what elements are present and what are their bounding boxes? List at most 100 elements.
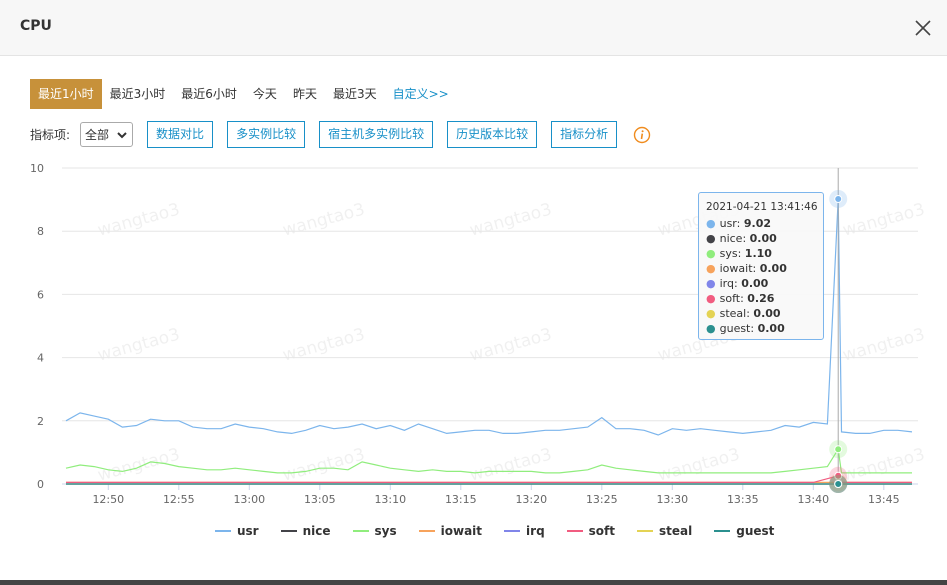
tooltip-time: 2021-04-21 13:41:46	[706, 201, 818, 213]
legend-item-iowait[interactable]: iowait	[418, 524, 483, 538]
tooltip-series-name: guest	[719, 322, 751, 335]
x-tick-label: 13:05	[304, 493, 336, 506]
watermark-text: wangtao3	[655, 445, 741, 486]
y-tick-label: 4	[37, 352, 44, 365]
x-tick-label: 13:15	[445, 493, 477, 506]
metric-select[interactable]: 全部	[80, 122, 134, 147]
tooltip-series-name: steal	[719, 307, 747, 320]
tooltip-row-iowait: ● iowait: 0.00	[706, 262, 787, 275]
metric-analysis-button[interactable]: 指标分析	[551, 121, 618, 148]
x-tick-label: 12:50	[92, 493, 124, 506]
watermark-text: wangtao3	[95, 200, 181, 241]
legend-label: soft	[588, 524, 615, 538]
tooltip-row-usr: ● usr: 9.02	[706, 217, 771, 230]
x-tick-label: 13:40	[797, 493, 829, 506]
legend-item-nice[interactable]: nice	[280, 524, 331, 538]
tab-last-3-days[interactable]: 最近3天	[325, 79, 385, 109]
tooltip-series-value: 0.00	[759, 262, 787, 275]
watermark-text: wangtao3	[467, 325, 553, 366]
legend-swatch	[418, 530, 435, 532]
host-multi-instance-compare-button[interactable]: 宿主机多实例比较	[319, 121, 434, 148]
legend-label: iowait	[440, 524, 483, 538]
x-tick-label: 13:45	[868, 493, 900, 506]
metric-select-value: 全部	[85, 128, 110, 142]
legend-item-soft[interactable]: soft	[566, 524, 615, 538]
hover-point-guest	[834, 480, 843, 488]
tab-last-6-hours[interactable]: 最近6小时	[173, 79, 245, 109]
watermark-text: wangtao3	[280, 325, 366, 366]
watermark-text: wangtao3	[95, 445, 181, 486]
chevron-down-icon	[117, 131, 127, 138]
tooltip-series-value: 0.00	[757, 322, 785, 335]
close-icon[interactable]	[909, 14, 937, 42]
tooltip-series-value: 1.10	[744, 247, 772, 260]
watermark-text: wangtao3	[840, 200, 926, 241]
watermark-text: wangtao3	[467, 445, 553, 486]
tooltip-series-name: soft	[719, 292, 741, 305]
y-axis-ticks: 0 2 4 6 8 10	[30, 162, 44, 491]
tooltip-series-name: usr	[719, 217, 737, 230]
watermark-text: wangtao3	[467, 200, 553, 241]
tab-custom-range[interactable]: 自定义>>	[385, 79, 457, 109]
tooltip-series-value: 0.26	[747, 292, 775, 305]
watermark-text: wangtao3	[95, 325, 181, 366]
tooltip-row-steal: ● steal: 0.00	[706, 307, 781, 320]
legend-label: usr	[237, 524, 259, 538]
tooltip-row-sys: ● sys: 1.10	[706, 247, 772, 260]
series-dot-icon: ●	[706, 262, 716, 275]
legend-item-steal[interactable]: steal	[637, 524, 692, 538]
tab-yesterday[interactable]: 昨天	[285, 79, 325, 109]
series-dot-icon: ●	[706, 232, 716, 245]
time-range-tabs: 最近1小时 最近3小时 最近6小时 今天 昨天 最近3天 自定义>>	[30, 79, 457, 109]
tooltip-series-name: iowait	[719, 262, 753, 275]
series-dot-icon: ●	[706, 247, 716, 260]
tab-last-1-hour[interactable]: 最近1小时	[30, 79, 102, 109]
data-compare-button[interactable]: 数据对比	[147, 121, 214, 148]
hover-point-sys	[834, 445, 843, 454]
bottom-edge	[0, 580, 947, 585]
legend-swatch	[714, 530, 731, 532]
x-tick-label: 13:30	[656, 493, 688, 506]
x-tick-label: 12:55	[163, 493, 195, 506]
multi-instance-compare-button[interactable]: 多实例比较	[227, 121, 306, 148]
x-tick-label: 13:10	[374, 493, 406, 506]
tab-last-3-hours[interactable]: 最近3小时	[102, 79, 174, 109]
legend-swatch	[504, 530, 521, 532]
tooltip-row-nice: ● nice: 0.00	[706, 232, 777, 245]
dialog-header: CPU	[0, 0, 947, 56]
tooltip-series-name: irq	[719, 277, 734, 290]
legend-label: nice	[302, 524, 331, 538]
legend-swatch	[566, 530, 583, 532]
x-axis-ticks: 12:50 12:55 13:00 13:05 13:10 13:15 13:20 13:25…	[92, 484, 900, 506]
tooltip-row-irq: ● irq: 0.00	[706, 277, 769, 290]
watermark-text: wangtao3	[280, 445, 366, 486]
legend-item-sys[interactable]: sys	[352, 524, 397, 538]
series-dot-icon: ●	[706, 322, 716, 335]
x-tick-label: 13:25	[586, 493, 618, 506]
y-tick-label: 8	[37, 225, 44, 238]
history-version-compare-button[interactable]: 历史版本比较	[447, 121, 538, 148]
y-tick-label: 2	[37, 415, 44, 428]
legend-item-usr[interactable]: usr	[215, 524, 259, 538]
tooltip-series-value: 0.00	[753, 307, 781, 320]
metric-label: 指标项:	[30, 128, 71, 142]
tooltip-row-guest: ● guest: 0.00	[706, 322, 785, 335]
legend-label: irq	[526, 524, 545, 538]
dialog-title: CPU	[20, 18, 52, 34]
series-dot-icon: ●	[706, 307, 716, 320]
legend-item-guest[interactable]: guest	[714, 524, 774, 538]
watermark-text: wangtao3	[840, 325, 926, 366]
tooltip-series-value: 9.02	[743, 217, 771, 230]
watermark-text: wangtao3	[840, 445, 926, 486]
tooltip-series-value: 0.00	[749, 232, 777, 245]
y-tick-label: 10	[30, 162, 44, 175]
legend-item-irq[interactable]: irq	[504, 524, 545, 538]
legend-label: steal	[659, 524, 693, 538]
chart-legend: usr nice sys iowait irq soft steal guest	[215, 521, 796, 541]
tab-today[interactable]: 今天	[245, 79, 285, 109]
legend-swatch	[280, 530, 297, 532]
x-tick-label: 13:35	[727, 493, 759, 506]
legend-swatch	[352, 530, 369, 532]
legend-label: guest	[736, 524, 775, 538]
info-icon[interactable]	[633, 126, 651, 144]
